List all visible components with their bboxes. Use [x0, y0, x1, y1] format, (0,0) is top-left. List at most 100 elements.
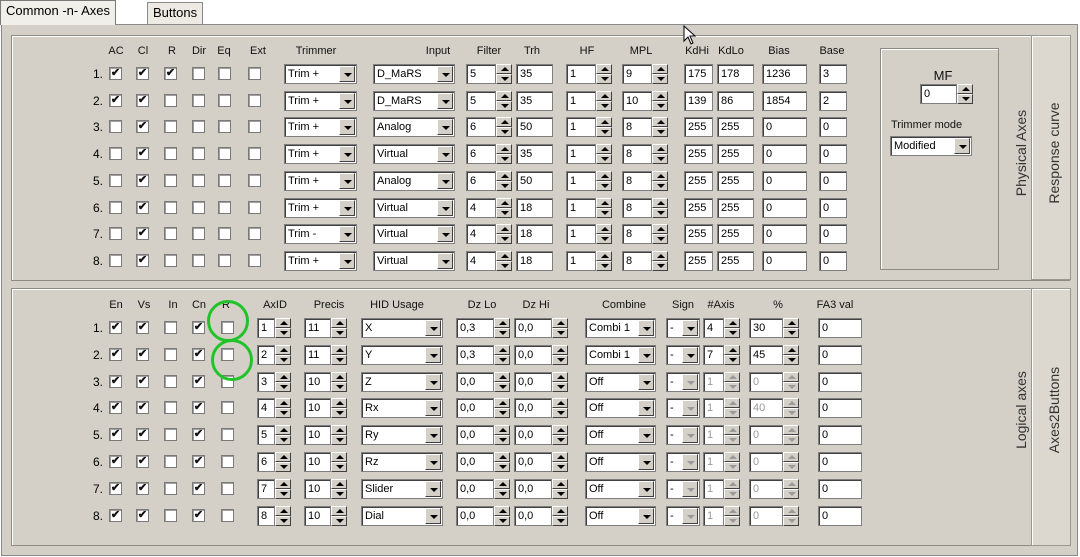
spin-down-icon[interactable]: [496, 127, 512, 137]
hid-usage-select[interactable]: Z: [361, 372, 443, 392]
filter-stepper-value[interactable]: 6: [466, 117, 496, 137]
dzhi-stepper[interactable]: 0,0: [514, 452, 568, 472]
dzhi-stepper-value[interactable]: 0,0: [514, 318, 552, 338]
spin-up-icon[interactable]: [652, 171, 668, 181]
spin-down-icon[interactable]: [783, 382, 799, 392]
mpl-stepper-value[interactable]: 8: [622, 224, 652, 244]
mpl-stepper[interactable]: 8: [622, 251, 668, 271]
chevron-down-icon[interactable]: [682, 481, 698, 497]
kdlo-field[interactable]: 255: [717, 171, 754, 191]
chevron-down-icon[interactable]: [954, 138, 970, 154]
checkbox-r[interactable]: [221, 321, 234, 334]
bias-field[interactable]: 0: [762, 251, 807, 271]
kdhi-field[interactable]: 255: [684, 251, 713, 271]
spin-up-icon[interactable]: [496, 64, 512, 74]
checkbox-ac[interactable]: [109, 227, 122, 240]
spin-up-icon[interactable]: [496, 198, 512, 208]
chevron-down-icon[interactable]: [638, 481, 654, 497]
checkbox-ext[interactable]: [248, 120, 261, 133]
trimmer-select[interactable]: Trim +: [284, 117, 357, 137]
checkbox-dir[interactable]: [192, 94, 205, 107]
trh-field[interactable]: 50: [516, 171, 553, 191]
dzlo-stepper-value[interactable]: 0,0: [456, 398, 494, 418]
tab-common-axes[interactable]: Common -n- Axes: [0, 0, 117, 25]
filter-stepper-value[interactable]: 6: [466, 144, 496, 164]
spin-up-icon[interactable]: [652, 198, 668, 208]
spin-down-icon[interactable]: [552, 328, 568, 338]
spin-down-icon[interactable]: [783, 328, 799, 338]
spin-down-icon[interactable]: [496, 74, 512, 84]
spin-up-icon[interactable]: [596, 251, 612, 261]
checkbox-ext[interactable]: [248, 201, 261, 214]
mpl-stepper[interactable]: 10: [622, 91, 668, 111]
spin-up-icon[interactable]: [652, 251, 668, 261]
chevron-down-icon[interactable]: [339, 200, 355, 216]
base-field[interactable]: 0: [819, 117, 847, 137]
chevron-down-icon[interactable]: [638, 320, 654, 336]
spin-down-icon[interactable]: [724, 408, 740, 418]
dzhi-stepper-value[interactable]: 0,0: [514, 506, 552, 526]
combine-select[interactable]: Off: [585, 452, 656, 472]
filter-stepper[interactable]: 4: [466, 198, 512, 218]
dzlo-stepper-value[interactable]: 0,0: [456, 452, 494, 472]
spin-down-icon[interactable]: [275, 516, 291, 526]
filter-stepper-value[interactable]: 4: [466, 251, 496, 271]
spin-up-icon[interactable]: [331, 479, 347, 489]
axis-count-stepper-value[interactable]: 4: [703, 318, 724, 338]
spin-down-icon[interactable]: [275, 408, 291, 418]
hf-stepper-value[interactable]: 1: [566, 251, 596, 271]
dzhi-stepper-value[interactable]: 0,0: [514, 425, 552, 445]
chevron-down-icon[interactable]: [682, 320, 698, 336]
filter-stepper[interactable]: 4: [466, 224, 512, 244]
chevron-down-icon[interactable]: [682, 347, 698, 363]
dzlo-stepper[interactable]: 0,0: [456, 452, 510, 472]
axid-stepper[interactable]: 3: [257, 372, 291, 392]
checkbox-cl[interactable]: ✔: [136, 254, 149, 267]
axid-stepper[interactable]: 2: [257, 345, 291, 365]
spin-down-icon[interactable]: [494, 355, 510, 365]
precis-stepper-value[interactable]: 11: [304, 345, 331, 365]
dzlo-stepper[interactable]: 0,0: [456, 398, 510, 418]
spin-down-icon[interactable]: [552, 516, 568, 526]
spin-up-icon[interactable]: [496, 91, 512, 101]
chevron-down-icon[interactable]: [339, 173, 355, 189]
spin-down-icon[interactable]: [494, 328, 510, 338]
axis-count-stepper[interactable]: 1: [703, 452, 740, 472]
trh-field[interactable]: 18: [516, 224, 553, 244]
spin-down-icon[interactable]: [331, 408, 347, 418]
filter-stepper-value[interactable]: 5: [466, 91, 496, 111]
filter-stepper[interactable]: 6: [466, 144, 512, 164]
spin-up-icon[interactable]: [275, 345, 291, 355]
checkbox-eq[interactable]: [218, 227, 231, 240]
spin-up-icon[interactable]: [275, 318, 291, 328]
precis-stepper-value[interactable]: 10: [304, 452, 331, 472]
spin-down-icon[interactable]: [652, 208, 668, 218]
checkbox-ac[interactable]: ✔: [109, 67, 122, 80]
spin-up-icon[interactable]: [552, 425, 568, 435]
axid-stepper[interactable]: 1: [257, 318, 291, 338]
axid-stepper-value[interactable]: 6: [257, 452, 275, 472]
kdlo-field[interactable]: 255: [717, 144, 754, 164]
spin-down-icon[interactable]: [275, 328, 291, 338]
kdhi-field[interactable]: 255: [684, 171, 713, 191]
base-field[interactable]: 0: [819, 198, 847, 218]
mpl-stepper-value[interactable]: 9: [622, 64, 652, 84]
dzlo-stepper[interactable]: 0,0: [456, 372, 510, 392]
checkbox-ext[interactable]: [248, 67, 261, 80]
dzlo-stepper[interactable]: 0,0: [456, 506, 510, 526]
axid-stepper[interactable]: 4: [257, 398, 291, 418]
spin-up-icon[interactable]: [724, 479, 740, 489]
spin-down-icon[interactable]: [596, 234, 612, 244]
precis-stepper-value[interactable]: 10: [304, 398, 331, 418]
spin-up-icon[interactable]: [494, 398, 510, 408]
axid-stepper-value[interactable]: 1: [257, 318, 275, 338]
checkbox-ac[interactable]: [109, 201, 122, 214]
dzlo-stepper[interactable]: 0,0: [456, 425, 510, 445]
spin-down-icon[interactable]: [596, 208, 612, 218]
checkbox-in[interactable]: [164, 321, 177, 334]
spin-up-icon[interactable]: [783, 372, 799, 382]
dzhi-stepper-value[interactable]: 0,0: [514, 398, 552, 418]
spin-down-icon[interactable]: [496, 181, 512, 191]
chevron-down-icon[interactable]: [437, 146, 453, 162]
input-select[interactable]: Virtual: [373, 224, 455, 244]
